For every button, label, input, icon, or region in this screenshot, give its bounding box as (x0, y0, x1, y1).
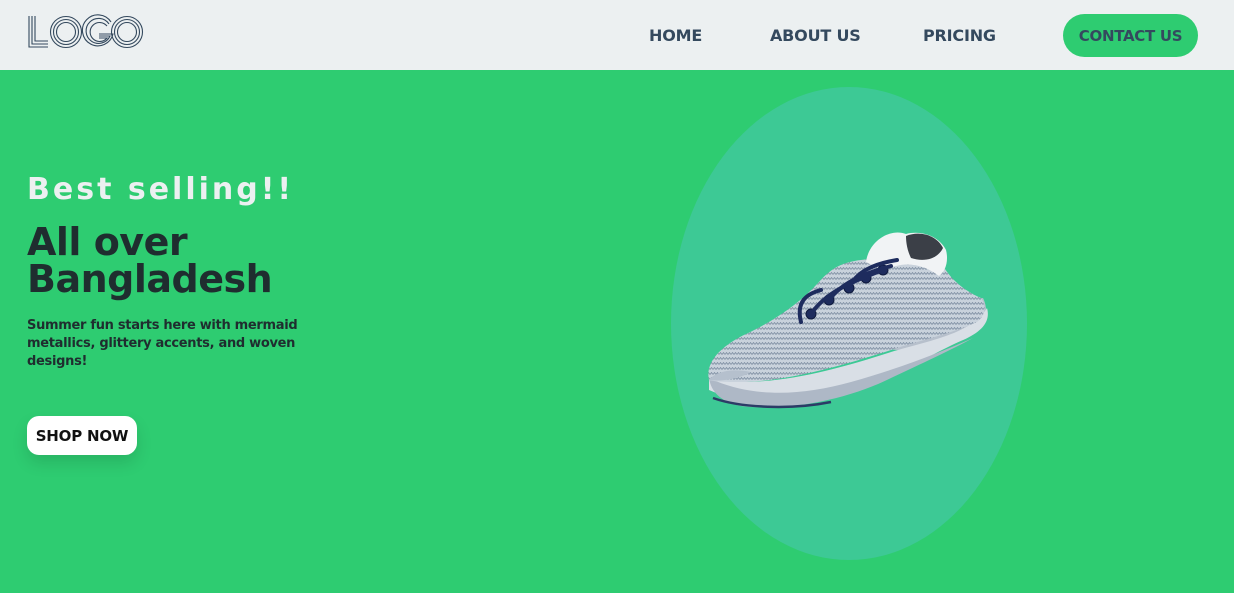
nav-link-about-us[interactable]: ABOUT US (770, 26, 861, 46)
hero-description: Summer fun starts here with mermaid meta… (27, 318, 298, 369)
contact-us-button[interactable]: CONTACT US (1063, 14, 1198, 57)
hero-kicker: Best selling!! (27, 172, 295, 207)
logo[interactable] (28, 14, 144, 54)
nav-link-home[interactable]: HOME (649, 26, 702, 46)
navbar: HOME ABOUT US PRICING CONTACT US (0, 0, 1234, 70)
nav-link-pricing[interactable]: PRICING (923, 26, 996, 46)
sneaker-image (708, 232, 988, 409)
hero-title-line-2: Bangladesh (27, 257, 273, 301)
hero-visual (671, 87, 1027, 560)
shop-now-button[interactable]: SHOP NOW (27, 416, 137, 455)
hero-title: All over Bangladesh (27, 220, 273, 301)
logo-icon (28, 14, 144, 49)
hero-title-line-1: All over (27, 220, 188, 264)
